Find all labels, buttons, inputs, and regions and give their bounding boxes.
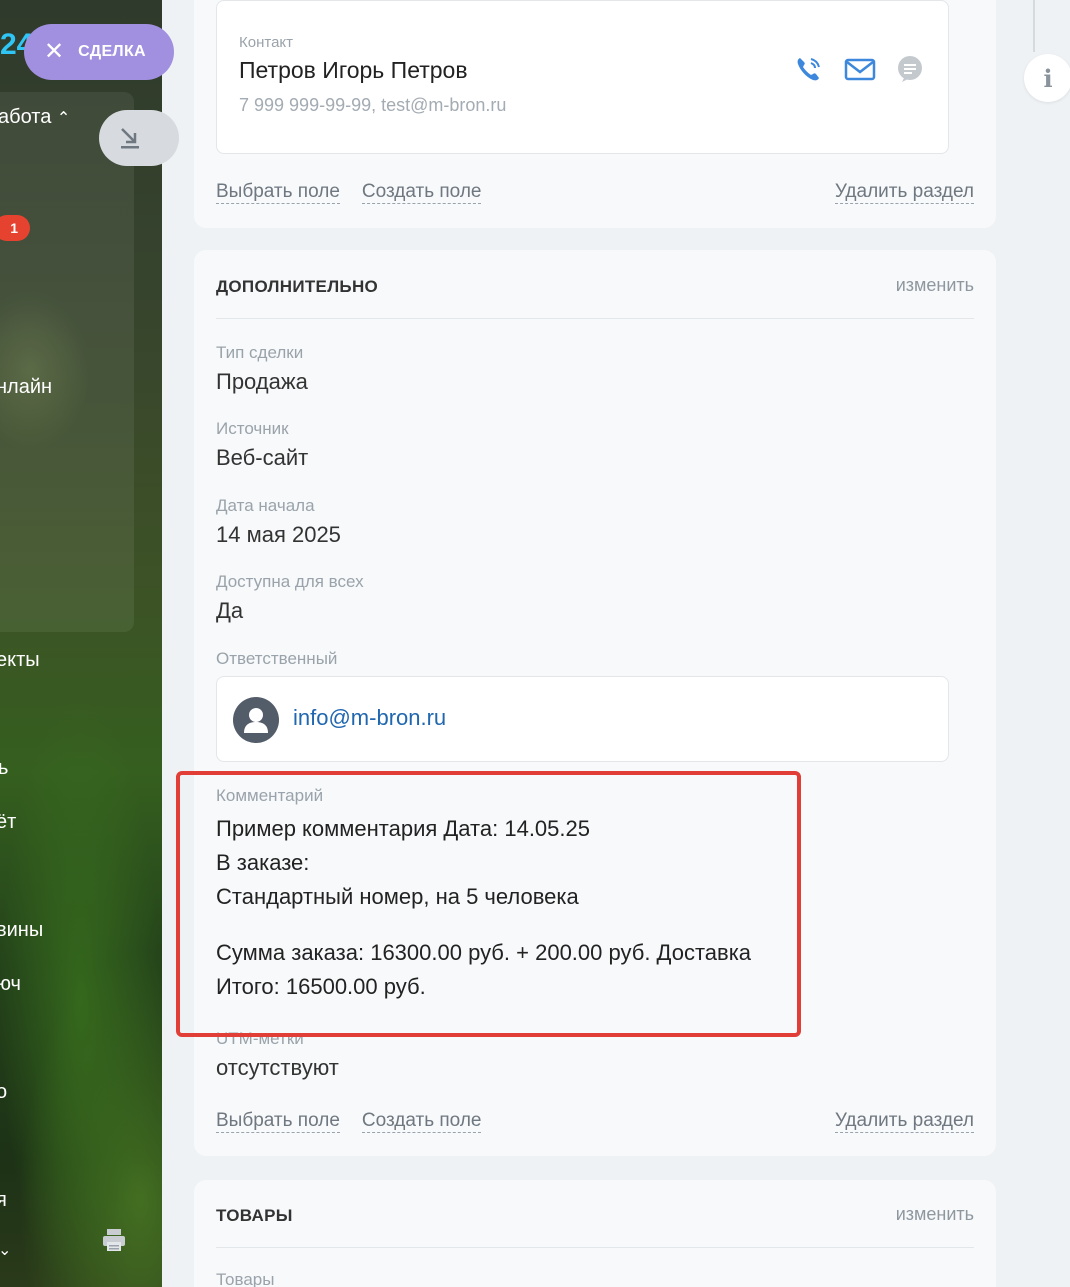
contact-details: 7 999 999-99-99, test@m-bron.ru bbox=[239, 95, 507, 115]
info-icon[interactable]: i bbox=[1024, 54, 1070, 102]
responsible-link[interactable]: info@m-bron.ru bbox=[293, 705, 446, 731]
contact-name[interactable]: Петров Игорь Петров bbox=[239, 57, 468, 84]
contact-box[interactable]: Контакт Петров Игорь Петров 7 999 999-99… bbox=[216, 0, 949, 154]
right-panel-strip bbox=[1028, 0, 1070, 1287]
sidebar-item-label: абота bbox=[0, 106, 52, 128]
sidebar-item-online[interactable]: нлайн bbox=[0, 376, 52, 399]
delete-section-link[interactable]: Удалить раздел bbox=[834, 1110, 974, 1133]
field-source: Источник Веб-сайт bbox=[216, 419, 308, 471]
edit-link[interactable]: изменить bbox=[896, 1204, 974, 1225]
sidebar-item-9[interactable]: я bbox=[0, 1189, 7, 1212]
field-responsible-label: Ответственный bbox=[216, 649, 337, 669]
left-sidebar: 24 абота ⌃ 1 нлайн екты ь ёт вины юч о я… bbox=[0, 0, 162, 1287]
collapse-button[interactable] bbox=[99, 110, 179, 166]
field-label: Источник bbox=[216, 419, 289, 438]
field-label: Товары bbox=[216, 1270, 275, 1287]
contact-label: Контакт bbox=[239, 34, 294, 51]
user-icon bbox=[244, 708, 268, 733]
field-available-for-all: Доступна для всех Да bbox=[216, 572, 364, 624]
section-title: ДОПОЛНИТЕЛЬНО bbox=[216, 277, 379, 296]
field-value: Веб-сайт bbox=[216, 445, 309, 470]
field-label: Тип сделки bbox=[216, 343, 304, 362]
field-label: Дата начала bbox=[216, 496, 315, 515]
close-icon: ✕ bbox=[44, 38, 65, 65]
field-label: Доступна для всех bbox=[216, 572, 364, 591]
section-divider bbox=[216, 1247, 974, 1248]
deal-label: СДЕЛКА bbox=[78, 43, 146, 60]
field-value: Да bbox=[216, 598, 244, 623]
sidebar-item-projects[interactable]: екты bbox=[0, 649, 40, 672]
responsible-box[interactable]: info@m-bron.ru bbox=[216, 676, 949, 762]
sidebar-item-report[interactable]: ёт bbox=[0, 811, 16, 834]
sidebar-item-carts[interactable]: вины bbox=[0, 919, 43, 942]
comment-highlight-box bbox=[176, 771, 801, 1037]
edit-link[interactable]: изменить bbox=[896, 275, 974, 296]
additional-card-footer: Выбрать поле Создать поле Удалить раздел bbox=[216, 1110, 974, 1133]
section-divider bbox=[216, 318, 974, 319]
divider-line bbox=[1033, 0, 1035, 52]
mail-icon[interactable] bbox=[843, 53, 877, 85]
phone-icon[interactable] bbox=[793, 53, 825, 85]
delete-section-link[interactable]: Удалить раздел bbox=[834, 181, 974, 204]
sidebar-item-8[interactable]: о bbox=[0, 1081, 7, 1104]
create-field-link[interactable]: Создать поле bbox=[361, 1110, 482, 1133]
field-start-date: Дата начала 14 мая 2025 bbox=[216, 496, 341, 548]
products-card: ТОВАРЫ изменить Товары bbox=[194, 1180, 996, 1287]
chevron-up-icon: ⌃ bbox=[56, 110, 71, 127]
field-value: Продажа bbox=[216, 369, 308, 394]
notification-badge: 1 bbox=[0, 215, 30, 241]
contact-card-footer: Выбрать поле Создать поле Удалить раздел bbox=[216, 181, 974, 204]
print-icon[interactable] bbox=[101, 1227, 127, 1253]
field-value: отсутствуют bbox=[216, 1055, 339, 1080]
sidebar-panel bbox=[0, 92, 134, 632]
section-title: ТОВАРЫ bbox=[216, 1206, 293, 1225]
avatar bbox=[233, 697, 279, 743]
field-deal-type: Тип сделки Продажа bbox=[216, 343, 308, 395]
select-field-link[interactable]: Выбрать поле bbox=[216, 1110, 340, 1133]
field-products: Товары bbox=[216, 1270, 274, 1287]
field-label: Ответственный bbox=[216, 649, 338, 668]
deal-close-button[interactable]: ✕ СДЕЛКА bbox=[24, 24, 174, 80]
chevron-down-icon[interactable]: ⌄ bbox=[0, 1240, 11, 1260]
arrow-down-right-icon bbox=[121, 128, 139, 149]
field-value: 14 мая 2025 bbox=[216, 522, 341, 547]
chat-icon[interactable] bbox=[894, 53, 926, 85]
contact-card: Контакт Петров Игорь Петров 7 999 999-99… bbox=[194, 0, 996, 228]
select-field-link[interactable]: Выбрать поле bbox=[216, 181, 340, 204]
create-field-link[interactable]: Создать поле bbox=[361, 181, 482, 204]
sidebar-item-work[interactable]: абота ⌃ bbox=[0, 106, 70, 129]
sidebar-item-key[interactable]: юч bbox=[0, 973, 21, 996]
sidebar-item-4[interactable]: ь bbox=[0, 757, 8, 780]
